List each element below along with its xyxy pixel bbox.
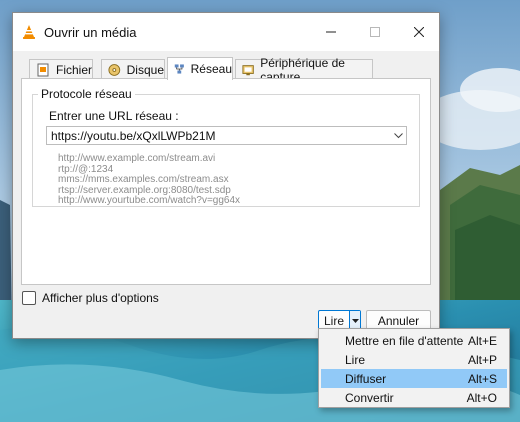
title-bar[interactable]: Ouvrir un média [13, 13, 439, 51]
tab-disc-label: Disque [126, 62, 164, 77]
menu-item-label: Convertir [345, 390, 394, 405]
play-options-menu: Mettre en file d'attente Alt+E Lire Alt+… [318, 328, 510, 408]
menu-item-shortcut: Alt+S [467, 371, 497, 386]
minimize-button[interactable] [309, 13, 353, 51]
url-label: Entrer une URL réseau : [49, 109, 179, 123]
menu-item-label: Mettre en file d'attente [345, 333, 464, 348]
menu-item-label: Diffuser [345, 371, 387, 386]
close-icon [414, 27, 424, 37]
show-more-options-label: Afficher plus d'options [42, 291, 159, 305]
network-tab-panel: Protocole réseau Entrer une URL réseau :… [21, 78, 431, 285]
tab-disc[interactable]: Disque [101, 59, 165, 79]
tab-capture-device[interactable]: Périphérique de capture [235, 56, 373, 84]
example-url: http://www.yourtube.com/watch?v=gg64x [58, 195, 241, 207]
capture-device-icon [242, 64, 254, 75]
menu-item-label: Lire [345, 352, 366, 367]
show-more-options[interactable]: Afficher plus d'options [22, 291, 159, 305]
group-title: Protocole réseau [38, 87, 135, 101]
tab-file-label: Fichier [55, 62, 92, 77]
maximize-icon [370, 27, 380, 37]
menu-item-shortcut: Alt+E [467, 333, 497, 348]
menu-item-shortcut: Alt+P [467, 352, 497, 367]
menu-item-play[interactable]: Lire Alt+P [321, 350, 507, 369]
example-url: http://www.example.com/stream.avi [58, 153, 216, 164]
show-more-options-checkbox[interactable] [22, 291, 36, 305]
vlc-cone-icon [23, 25, 35, 39]
menu-item-convert[interactable]: Convertir Alt+O [321, 388, 507, 407]
menu-item-enqueue[interactable]: Mettre en file d'attente Alt+E [321, 331, 507, 350]
tab-network[interactable]: Réseau [167, 57, 233, 80]
url-dropdown-button[interactable] [390, 127, 406, 144]
maximize-button[interactable] [353, 13, 397, 51]
open-media-dialog: Ouvrir un média Fichier Disque Réseau Pé… [12, 12, 440, 339]
minimize-icon [326, 31, 336, 33]
close-button[interactable] [397, 13, 441, 51]
tab-file[interactable]: Fichier [29, 59, 93, 79]
file-icon [37, 63, 49, 76]
tab-network-label: Réseau [190, 62, 232, 76]
menu-item-stream[interactable]: Diffuser Alt+S [321, 369, 507, 388]
url-examples: http://www.example.com/stream.avi rtp://… [58, 153, 241, 207]
disc-icon [108, 63, 121, 76]
url-input[interactable] [47, 127, 390, 144]
triangle-down-icon [351, 319, 359, 323]
chevron-down-icon [393, 132, 403, 138]
window-title: Ouvrir un média [44, 25, 137, 40]
network-protocol-group: Protocole réseau Entrer une URL réseau :… [32, 87, 420, 207]
network-icon [174, 64, 184, 74]
url-combobox[interactable] [46, 126, 407, 145]
menu-item-shortcut: Alt+O [466, 390, 497, 405]
